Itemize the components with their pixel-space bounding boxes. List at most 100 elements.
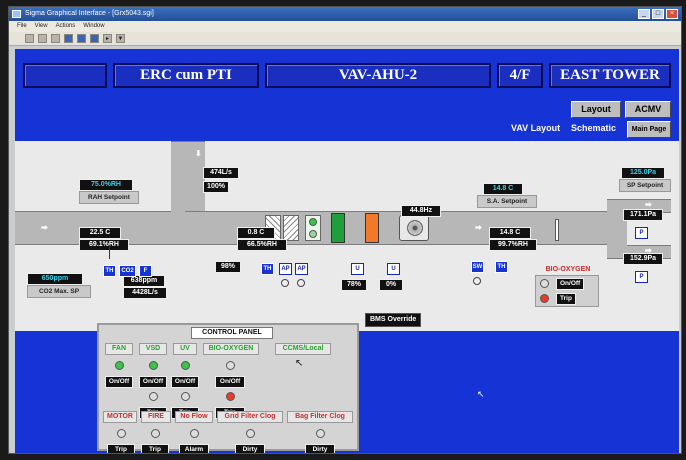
grid-filter-clog-header: Grid Filter Clog [217, 411, 283, 423]
supply-split [607, 199, 627, 259]
uv-status-led-cp [180, 361, 190, 370]
bio-oxygen-control[interactable]: On/Off Trip [215, 357, 245, 419]
menu-bar: File View Actions Window [9, 21, 681, 32]
sp-top-readout: 125.0Pa [621, 167, 665, 179]
open-icon[interactable] [51, 34, 60, 43]
temp-humidity-sensor-mix[interactable]: TH [261, 263, 274, 275]
sp-setpoint-label[interactable]: SP Setpoint [619, 179, 671, 192]
bag-filter [283, 215, 299, 241]
ccms-local-switch-icon[interactable]: ↖ [295, 358, 303, 369]
grid-filter-indicator [281, 279, 289, 287]
sa-temp-readout: 14.8 C [489, 227, 531, 239]
airflow-arrow-4: ➡ [645, 200, 652, 209]
bag-filter-dp-sensor[interactable]: AP [295, 263, 308, 275]
uv-trip-led [180, 392, 190, 401]
sa-setpoint-label[interactable]: S.A. Setpoint [477, 195, 537, 208]
title-bar: Sigma Graphical Interface - [Grx5043.sgi… [9, 7, 681, 21]
supply-fan[interactable] [399, 215, 429, 241]
acmv-button[interactable]: ACMV [625, 101, 671, 118]
uv-lamp-unit [305, 215, 321, 241]
fan-status-led [114, 361, 124, 370]
switch-sensor[interactable]: SW [471, 261, 484, 273]
bio-oxygen-trip-tag: Trip [556, 293, 576, 305]
rah-setpoint-label[interactable]: RAH Setpoint [79, 191, 139, 204]
sensor-line [109, 245, 110, 259]
co2-max-sp-label[interactable]: CO2 Max. SP [27, 285, 91, 298]
ra-damper-readout: 100% [203, 181, 229, 193]
application-window: Sigma Graphical Interface - [Grx5043.sgi… [8, 6, 682, 454]
bio-oxygen-trip-led [540, 294, 549, 303]
fan-control[interactable]: On/Off [105, 357, 133, 388]
no-flow-header: No Flow [175, 411, 213, 423]
fan-icon [407, 220, 423, 236]
temp-humidity-sensor-ra[interactable]: TH [103, 265, 116, 277]
fire-header: FIRE [141, 411, 171, 423]
hmi-canvas: ERC cum PTI VAV-AHU-2 4/F EAST TOWER Lay… [15, 49, 679, 453]
schematic-link[interactable]: Schematic [571, 123, 616, 133]
bio-oxygen-status-led [540, 279, 549, 288]
filter-icon[interactable]: ▼ [116, 34, 125, 43]
print-icon[interactable] [25, 34, 34, 43]
menu-window[interactable]: Window [83, 21, 104, 32]
minimize-button[interactable]: _ [638, 9, 650, 19]
bio-oxygen-onoff-tag-cp: On/Off [215, 376, 245, 388]
toolbar: ▸ ▼ [9, 32, 681, 46]
vsd-status-led [148, 361, 158, 370]
site-title: ERC cum PTI [113, 63, 259, 88]
flow-sensor[interactable]: F [139, 265, 152, 277]
hw-valve-actuator[interactable]: U [387, 263, 400, 275]
bag-filter-indicator [297, 279, 305, 287]
airflow-arrow-2: ⬇ [195, 149, 202, 158]
chw-valve-readout: 78% [341, 279, 367, 291]
no-flow-alarm-tag: Alarm [179, 444, 209, 453]
blue-icon-3[interactable] [90, 34, 99, 43]
bms-override-button[interactable]: BMS Override [365, 313, 422, 327]
no-flow-status: Alarm [179, 425, 209, 453]
uv-status-led [309, 218, 317, 226]
sp-2-readout: 152.9Pa [623, 253, 663, 265]
layout-button[interactable]: Layout [571, 101, 621, 118]
floor-label: 4/F [497, 63, 543, 88]
co2-sensor[interactable]: CO2 [119, 265, 136, 277]
uv-control[interactable]: On/Off Trip [171, 357, 199, 419]
close-button[interactable]: × [666, 9, 678, 19]
pressure-sensor-1[interactable]: P [635, 227, 648, 239]
motor-header: MOTOR [103, 411, 137, 423]
chw-valve-actuator[interactable]: U [351, 263, 364, 275]
grid-filter-clog-led [245, 429, 255, 438]
bio-oxygen-trip-led-cp [225, 392, 235, 401]
header-blank-box [23, 63, 107, 88]
bio-oxygen-status-led-cp [225, 361, 235, 370]
menu-actions[interactable]: Actions [56, 21, 76, 32]
save-icon[interactable] [38, 34, 47, 43]
fire-status: Trip [141, 425, 169, 453]
uv-onoff-tag: On/Off [171, 376, 199, 388]
ra-flow-readout: 474L/s [203, 167, 239, 179]
tower-label: EAST TOWER [549, 63, 671, 88]
bag-filter-clog-led [315, 429, 325, 438]
ra-temp-readout: 22.5 C [79, 227, 121, 239]
pressure-sensor-2[interactable]: P [635, 271, 648, 283]
main-page-button[interactable]: Main Page [627, 121, 671, 138]
menu-view[interactable]: View [35, 21, 48, 32]
bio-oxygen-title: BIO-OXYGEN [545, 266, 591, 273]
window-controls: _ □ × [638, 9, 678, 19]
blue-icon-2[interactable] [77, 34, 86, 43]
no-flow-alarm-led [189, 429, 199, 438]
chilled-water-coil [331, 213, 345, 243]
blue-icon-1[interactable] [64, 34, 73, 43]
app-icon [12, 10, 21, 18]
maximize-button[interactable]: □ [652, 9, 664, 19]
vav-layout-link[interactable]: VAV Layout [511, 123, 560, 133]
grid-filter-dp-sensor[interactable]: AP [279, 263, 292, 275]
grid-filter-clog-status: Dirty [235, 425, 265, 453]
menu-file[interactable]: File [17, 21, 27, 32]
control-panel-title: CONTROL PANEL [191, 327, 273, 339]
fire-trip-tag: Trip [141, 444, 169, 453]
vsd-control[interactable]: On/Off Trip [139, 357, 167, 419]
temp-humidity-sensor-sa[interactable]: TH [495, 261, 508, 273]
bio-oxygen-header: BIO-OXYGEN [203, 343, 259, 355]
oa-damper-readout: 98% [215, 261, 241, 273]
play-icon[interactable]: ▸ [103, 34, 112, 43]
uv-lamp-icon [309, 230, 317, 238]
